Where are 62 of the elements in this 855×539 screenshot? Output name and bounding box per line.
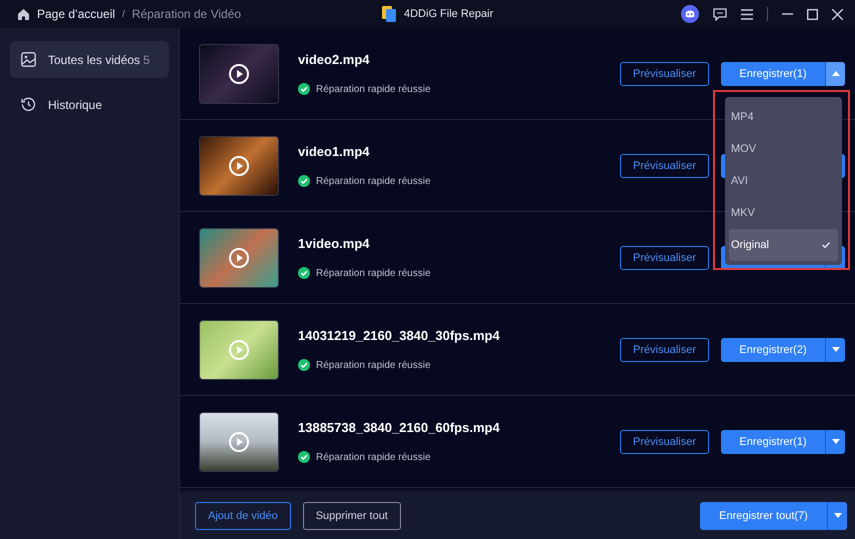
breadcrumb-item[interactable]: Page d’accueil <box>37 7 116 21</box>
save-button[interactable]: Enregistrer(2) <box>721 338 825 362</box>
preview-button[interactable]: Prévisualiser <box>620 154 709 178</box>
preview-button[interactable]: Prévisualiser <box>620 430 709 454</box>
check-circle-icon <box>298 175 310 187</box>
home-icon[interactable] <box>17 8 30 20</box>
history-icon <box>21 97 36 112</box>
video-filename: video1.mp4 <box>298 144 371 159</box>
play-icon[interactable] <box>229 64 249 84</box>
format-option[interactable]: MKV <box>729 197 838 229</box>
minimize-icon[interactable] <box>782 13 793 15</box>
save-button[interactable]: Enregistrer(1) <box>721 430 825 454</box>
breadcrumb-separator: / <box>122 8 125 20</box>
image-icon <box>21 52 36 67</box>
dropdown-toggle[interactable] <box>825 430 845 454</box>
video-filename: 1video.mp4 <box>298 236 371 251</box>
caret-icon <box>832 439 840 444</box>
save-button[interactable]: Enregistrer(1) <box>721 62 825 86</box>
format-option[interactable]: Original <box>729 229 838 261</box>
preview-button[interactable]: Prévisualiser <box>620 338 709 362</box>
video-filename: 13885738_3840_2160_60fps.mp4 <box>298 420 501 435</box>
caret-icon <box>834 513 842 518</box>
photo-placeholder[interactable] <box>199 136 279 196</box>
app-logo-icon <box>382 6 396 22</box>
feedback-icon[interactable] <box>713 8 727 20</box>
app-title: 4DDiG File Repair <box>404 8 494 20</box>
check-circle-icon <box>298 267 310 279</box>
format-option[interactable]: AVI <box>729 165 838 197</box>
status-text: Réparation rapide réussie <box>316 84 431 94</box>
format-option[interactable]: MOV <box>729 133 838 165</box>
dropdown-toggle[interactable] <box>825 62 845 86</box>
photo-placeholder[interactable] <box>199 320 279 380</box>
dropdown-toggle[interactable] <box>827 502 847 530</box>
maximize-icon[interactable] <box>807 8 818 20</box>
menu-icon[interactable] <box>741 8 753 20</box>
status-text: Réparation rapide réussie <box>316 176 431 186</box>
sidebar-item[interactable]: Toutes les vidéos 5 <box>10 41 169 78</box>
video-filename: video2.mp4 <box>298 52 371 67</box>
check-circle-icon <box>298 451 310 463</box>
format-option[interactable]: MP4 <box>729 101 838 133</box>
chat-bubble-icon[interactable] <box>681 5 699 23</box>
check-circle-icon <box>298 83 310 95</box>
status-text: Réparation rapide réussie <box>316 268 431 278</box>
photo-placeholder[interactable] <box>199 44 279 104</box>
dropdown-toggle[interactable] <box>825 338 845 362</box>
checkmark-icon <box>822 242 830 248</box>
preview-button[interactable]: Prévisualiser <box>620 246 709 270</box>
check-circle-icon <box>298 359 310 371</box>
preview-button[interactable]: Prévisualiser <box>620 62 709 86</box>
caret-icon <box>832 347 840 352</box>
video-filename: 14031219_2160_3840_30fps.mp4 <box>298 328 501 343</box>
caret-icon <box>832 71 840 76</box>
status-text: Réparation rapide réussie <box>316 360 431 370</box>
sidebar-item[interactable]: Historique <box>10 86 169 123</box>
photo-placeholder[interactable] <box>199 412 279 472</box>
add-video-button[interactable]: Ajout de vidéo <box>195 502 291 530</box>
delete-all-button[interactable]: Supprimer tout <box>302 502 401 530</box>
save-all-button[interactable]: Enregistrer tout(7) <box>700 502 827 530</box>
close-icon[interactable] <box>832 8 843 20</box>
status-text: Réparation rapide réussie <box>316 452 431 462</box>
photo-placeholder[interactable] <box>199 228 279 288</box>
breadcrumb-item[interactable]: Réparation de Vidéo <box>132 7 242 21</box>
